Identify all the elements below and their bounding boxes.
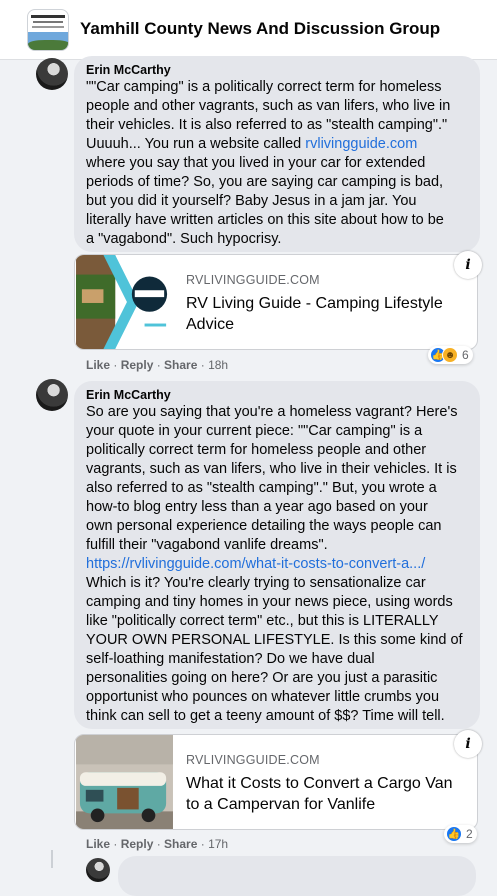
group-thumbnail[interactable] <box>27 9 69 51</box>
comment-line: periods of time? So, you are saying car … <box>86 174 444 190</box>
link-preview-card[interactable]: RVLIVINGGUIDE.COM What it Costs to Conve… <box>74 734 478 830</box>
website-link[interactable]: rvlivingguide.com <box>305 136 417 152</box>
comment-text: ""Car camping" is a politically correct … <box>86 78 468 249</box>
comment-line: own personal experience detailing the wa… <box>86 518 442 534</box>
link-domain: RVLIVINGGUIDE.COM <box>186 273 320 287</box>
comment-bubble <box>118 856 476 896</box>
comment-line: vagrants, such as van lifers, who live i… <box>86 461 457 477</box>
reaction-count: 6 <box>462 348 469 362</box>
comment-line: a "vagabond". Such hypocrisy. <box>86 231 282 247</box>
comment-line: YOUR OWN PERSONAL LIFESTYLE. Is this som… <box>86 632 463 648</box>
reply-button[interactable]: Reply <box>121 837 154 851</box>
comment-line: fulfill their "vagabond vanlife dreams". <box>86 537 328 553</box>
comment-bubble: Erin McCarthy So are you saying that you… <box>74 381 480 729</box>
article-link[interactable]: https://rvlivingguide.com/what-it-costs-… <box>86 556 425 572</box>
reactions-summary[interactable]: 👍 ☻ 6 <box>428 346 473 364</box>
like-button[interactable]: Like <box>86 837 110 851</box>
comment-line: politically correct term for homeless pe… <box>86 442 427 458</box>
link-preview-card[interactable]: RVLIVINGGUIDE.COM RV Living Guide - Camp… <box>74 254 478 350</box>
share-button[interactable]: Share <box>164 837 197 851</box>
comment-actions: Like · Reply · Share · 17h <box>86 837 229 851</box>
comment-line: Which is it? You're clearly trying to se… <box>86 575 426 591</box>
comment-line: opportunist who pounces on whatever litt… <box>86 689 440 705</box>
comment-line: personalities going on here? Or are you … <box>86 670 438 686</box>
link-preview-image <box>76 735 173 829</box>
comment-line: your quote in your current piece: ""Car … <box>86 423 423 439</box>
thumbs-up-icon: 👍 <box>446 826 462 842</box>
avatar[interactable] <box>36 379 68 411</box>
comment-time[interactable]: 18h <box>208 358 228 372</box>
group-title[interactable]: Yamhill County News And Discussion Group <box>80 19 440 39</box>
comment-bubble: Erin McCarthy ""Car camping" is a politi… <box>74 56 480 252</box>
haha-icon: ☻ <box>442 347 458 363</box>
comment-line: Uuuuh... You run a website called rvlivi… <box>86 135 468 154</box>
link-title: What it Costs to Convert a Cargo Van to … <box>186 775 453 813</box>
share-button[interactable]: Share <box>164 358 197 372</box>
avatar[interactable] <box>86 858 110 882</box>
comment-line: So are you saying that you're a homeless… <box>86 404 458 420</box>
comment-line: think can sell to get a teeny amount of … <box>86 708 445 724</box>
comment-line: people and other vagrants, such as van l… <box>86 98 451 114</box>
avatar[interactable] <box>36 58 68 90</box>
comment-line: but you did it yourself? Baby Jesus in a… <box>86 193 417 209</box>
comment-line: their vehicles. It is also referred to a… <box>86 117 448 133</box>
comment-text: So are you saying that you're a homeless… <box>86 403 468 726</box>
link-domain: RVLIVINGGUIDE.COM <box>186 753 320 767</box>
comment-line: like "politically correct term" etc., bu… <box>86 613 439 629</box>
comment-actions: Like · Reply · Share · 18h <box>86 358 229 372</box>
comment-time[interactable]: 17h <box>208 837 228 851</box>
info-icon[interactable]: i <box>454 730 482 758</box>
comment-line: camping and tiny homes in your news piec… <box>86 594 453 610</box>
link-title: RV Living Guide - Camping Lifestyle Advi… <box>186 295 443 333</box>
comment-line: literally have written articles on this … <box>86 212 444 228</box>
comment-author[interactable]: Erin McCarthy <box>86 387 468 403</box>
comment-line: ""Car camping" is a politically correct … <box>86 79 442 95</box>
like-button[interactable]: Like <box>86 358 110 372</box>
reaction-count: 2 <box>466 827 473 841</box>
thread-line <box>51 850 53 868</box>
group-header: Yamhill County News And Discussion Group <box>0 0 497 60</box>
comment-author[interactable]: Erin McCarthy <box>86 62 468 78</box>
comment-line: also referred to as "stealth camping"." … <box>86 480 437 496</box>
info-icon[interactable]: i <box>454 251 482 279</box>
comment-line: self-loathing manifestation? Do we have … <box>86 651 375 667</box>
comment-text-prefix: Uuuuh... You run a website called <box>86 136 306 152</box>
comment-line: how-to blog entry less than a year ago b… <box>86 499 428 515</box>
reply-button[interactable]: Reply <box>121 358 154 372</box>
reactions-summary[interactable]: 👍 2 <box>444 825 477 843</box>
comment-line: where you say that you lived in your car… <box>86 155 426 171</box>
link-preview-image <box>76 255 173 349</box>
